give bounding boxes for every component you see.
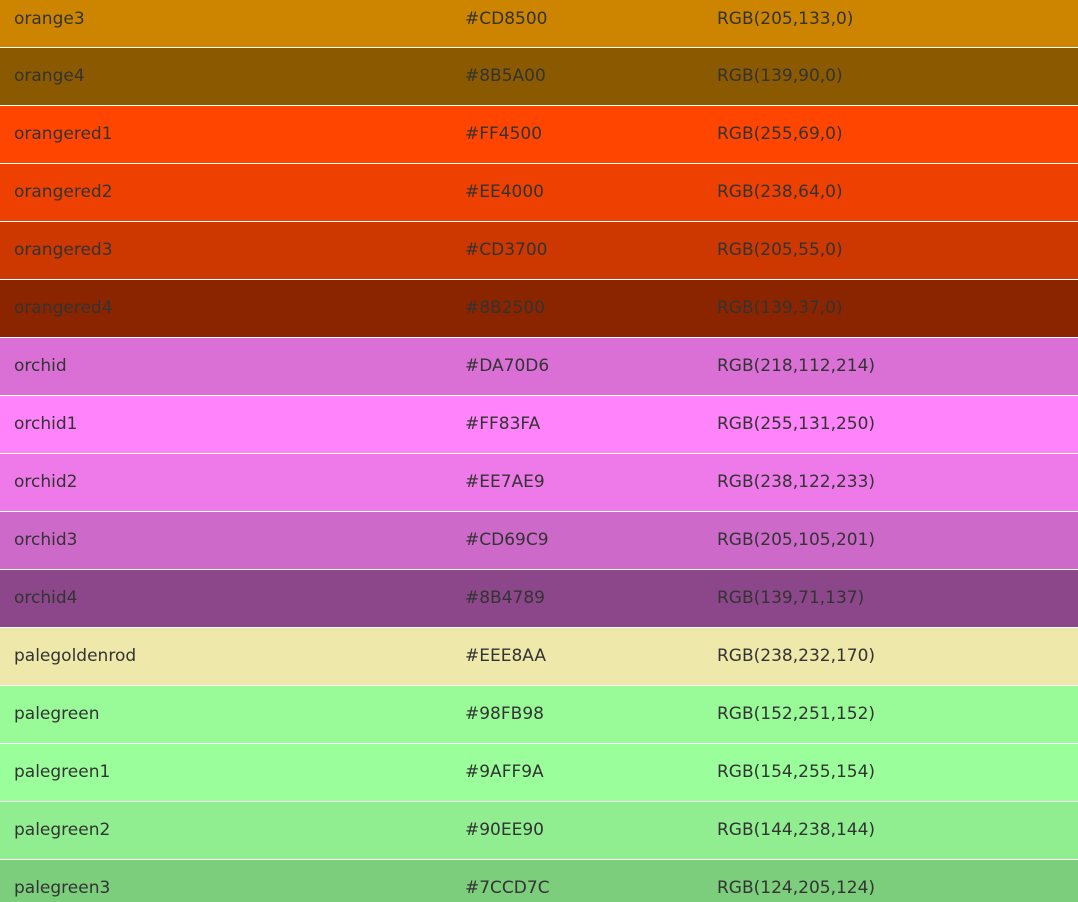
color-name-cell: orangered1 (0, 105, 451, 164)
color-name-cell: orangered2 (0, 163, 451, 222)
color-rgb-cell: RGB(154,255,154) (703, 743, 1078, 802)
color-rgb-cell: RGB(238,122,233) (703, 453, 1078, 512)
color-name-cell: orchid2 (0, 453, 451, 512)
color-name-cell: orangered3 (0, 221, 451, 280)
color-name-cell: orchid1 (0, 395, 451, 454)
color-rgb-cell: RGB(144,238,144) (703, 801, 1078, 860)
color-rgb-cell: RGB(255,131,250) (703, 395, 1078, 454)
color-name-cell: palegreen2 (0, 801, 451, 860)
color-rgb-cell: RGB(205,105,201) (703, 511, 1078, 570)
table-row: orchid1 #FF83FA RGB(255,131,250) (0, 395, 1078, 454)
color-hex-cell: #EE7AE9 (451, 453, 703, 512)
table-row: orchid #DA70D6 RGB(218,112,214) (0, 337, 1078, 396)
table-row: orangered4 #8B2500 RGB(139,37,0) (0, 279, 1078, 338)
color-rgb-cell: RGB(205,133,0) (703, 0, 1078, 48)
table-row: orchid2 #EE7AE9 RGB(238,122,233) (0, 453, 1078, 512)
color-rgb-cell: RGB(255,69,0) (703, 105, 1078, 164)
color-name-cell: orchid3 (0, 511, 451, 570)
table-row: palegoldenrod #EEE8AA RGB(238,232,170) (0, 627, 1078, 686)
table-row: palegreen1 #9AFF9A RGB(154,255,154) (0, 743, 1078, 802)
color-hex-cell: #CD69C9 (451, 511, 703, 570)
color-rgb-cell: RGB(139,37,0) (703, 279, 1078, 338)
color-hex-cell: #9AFF9A (451, 743, 703, 802)
color-hex-cell: #DA70D6 (451, 337, 703, 396)
color-hex-cell: #8B4789 (451, 569, 703, 628)
color-rgb-cell: RGB(238,64,0) (703, 163, 1078, 222)
color-hex-cell: #CD8500 (451, 0, 703, 48)
color-table-body: orange3 #CD8500 RGB(205,133,0) orange4 #… (0, 0, 1078, 902)
color-hex-cell: #FF4500 (451, 105, 703, 164)
color-hex-cell: #FF83FA (451, 395, 703, 454)
color-name-cell: palegreen3 (0, 859, 451, 902)
color-hex-cell: #7CCD7C (451, 859, 703, 902)
table-row: orangered1 #FF4500 RGB(255,69,0) (0, 105, 1078, 164)
table-row: orangered3 #CD3700 RGB(205,55,0) (0, 221, 1078, 280)
color-name-cell: orange4 (0, 47, 451, 106)
color-hex-cell: #8B5A00 (451, 47, 703, 106)
color-name-cell: orchid4 (0, 569, 451, 628)
table-row: orchid3 #CD69C9 RGB(205,105,201) (0, 511, 1078, 570)
color-hex-cell: #EE4000 (451, 163, 703, 222)
color-name-cell: orchid (0, 337, 451, 396)
color-hex-cell: #CD3700 (451, 221, 703, 280)
color-hex-cell: #98FB98 (451, 685, 703, 744)
color-hex-cell: #8B2500 (451, 279, 703, 338)
table-row: orangered2 #EE4000 RGB(238,64,0) (0, 163, 1078, 222)
color-rgb-cell: RGB(139,90,0) (703, 47, 1078, 106)
color-rgb-cell: RGB(124,205,124) (703, 859, 1078, 902)
color-name-cell: palegreen1 (0, 743, 451, 802)
color-name-cell: palegoldenrod (0, 627, 451, 686)
table-row: orange4 #8B5A00 RGB(139,90,0) (0, 47, 1078, 106)
color-name-cell: orangered4 (0, 279, 451, 338)
table-row: palegreen3 #7CCD7C RGB(124,205,124) (0, 859, 1078, 902)
color-hex-cell: #EEE8AA (451, 627, 703, 686)
color-rgb-cell: RGB(218,112,214) (703, 337, 1078, 396)
color-hex-cell: #90EE90 (451, 801, 703, 860)
table-row: palegreen #98FB98 RGB(152,251,152) (0, 685, 1078, 744)
color-table: orange3 #CD8500 RGB(205,133,0) orange4 #… (0, 0, 1078, 902)
color-rgb-cell: RGB(238,232,170) (703, 627, 1078, 686)
table-row: palegreen2 #90EE90 RGB(144,238,144) (0, 801, 1078, 860)
color-rgb-cell: RGB(152,251,152) (703, 685, 1078, 744)
color-rgb-cell: RGB(205,55,0) (703, 221, 1078, 280)
color-name-cell: orange3 (0, 0, 451, 48)
table-row: orchid4 #8B4789 RGB(139,71,137) (0, 569, 1078, 628)
table-row: orange3 #CD8500 RGB(205,133,0) (0, 0, 1078, 48)
color-rgb-cell: RGB(139,71,137) (703, 569, 1078, 628)
color-name-cell: palegreen (0, 685, 451, 744)
